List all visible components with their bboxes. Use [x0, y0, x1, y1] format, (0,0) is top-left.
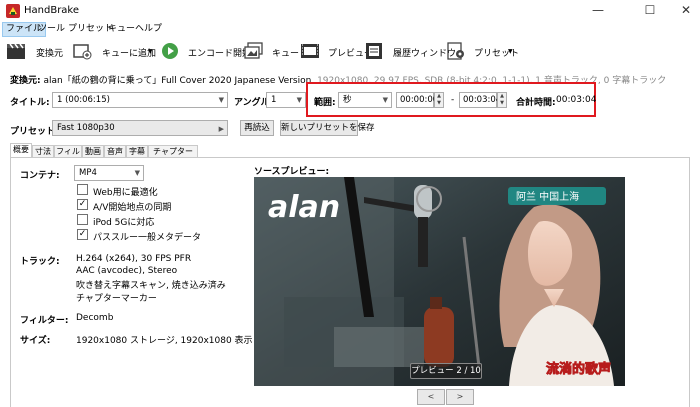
preset-select[interactable]: Fast 1080p30 ▶ — [52, 120, 228, 136]
range-start-input[interactable]: 00:00:00 — [396, 92, 438, 108]
handbrake-logo-icon — [6, 4, 20, 18]
title-bar: HandBrake — ☐ ✕ — [0, 0, 700, 22]
tracks-label: トラック: — [20, 257, 60, 267]
add-queue-dropdown-icon[interactable]: ▼ — [148, 48, 153, 55]
presets-dropdown-icon[interactable]: ▼ — [508, 48, 513, 55]
filters-value: Decomb — [76, 313, 114, 323]
open-source-button[interactable]: 変換元 — [36, 46, 63, 59]
passthru-metadata-checkbox[interactable]: ✓ — [77, 229, 88, 240]
av-sync-checkbox[interactable]: ✓ — [77, 199, 88, 210]
preview-prev-button[interactable]: < — [417, 389, 445, 405]
source-preview-label: ソースプレビュー: — [254, 167, 330, 177]
range-start-stepper[interactable]: ▲ ▼ — [434, 92, 444, 108]
alan-logo-text: alan — [268, 190, 340, 225]
start-encode-button[interactable]: エンコード開始 — [188, 46, 251, 59]
close-button[interactable]: ✕ — [672, 2, 700, 18]
chevron-down-icon: ▼ — [134, 169, 140, 177]
duration-value: 00:03:04 — [556, 95, 597, 105]
title-label: タイトル: — [10, 98, 50, 108]
toolbar: 変換元 キューに追加 ▼ エンコード開始 キュー プレビュー 履歴ウィンドウ プ… — [0, 38, 700, 64]
title-select[interactable]: 1 (00:06:15) ▼ — [52, 92, 228, 108]
ipod-label: iPod 5Gに対応 — [93, 218, 155, 228]
window-title: HandBrake — [24, 5, 80, 16]
range-end-input[interactable]: 00:03:04 — [459, 92, 501, 108]
source-label: 変換元: — [10, 76, 41, 86]
web-optimized-label: Web用に最適化 — [93, 188, 158, 198]
presets-gear-icon[interactable] — [446, 42, 466, 60]
menu-tools[interactable]: ツール — [35, 22, 68, 37]
range-label: 範囲: — [314, 98, 336, 108]
source-preview-image[interactable]: 阿兰 中国上海 alan 流淌的歌声 プレビュー 2 / 10 — [254, 177, 625, 386]
queue-button[interactable]: キュー — [272, 46, 299, 59]
range-end-stepper[interactable]: ▲ ▼ — [497, 92, 507, 108]
filters-label: フィルター: — [20, 316, 69, 326]
track-line: 吹き替え字幕スキャン, 焼き込み済み — [76, 281, 226, 291]
preview-next-button[interactable]: > — [446, 389, 474, 405]
range-mode-select[interactable]: 秒 ▼ — [338, 92, 392, 108]
track-line: チャプターマーカー — [76, 294, 157, 304]
film-strip-icon[interactable] — [300, 42, 320, 60]
station-overlay-text: 阿兰 中国上海 — [516, 190, 579, 203]
ipod-checkbox[interactable] — [77, 214, 88, 225]
duration-label: 合計時間: — [516, 98, 556, 108]
size-value: 1920x1080 ストレージ, 1920x1080 表示 — [76, 336, 253, 346]
container-select[interactable]: MP4 ▼ — [74, 165, 144, 181]
add-queue-icon[interactable] — [72, 42, 92, 60]
passthru-metadata-label: パススルー一般メタデータ — [93, 233, 202, 243]
chevron-down-icon: ▼ — [382, 96, 388, 104]
preset-value: Fast 1080p30 — [57, 123, 115, 133]
play-icon[interactable] — [160, 42, 180, 60]
container-label: コンテナ: — [20, 171, 60, 181]
program-logo-text: 流淌的歌声 — [546, 361, 611, 377]
chevron-down-icon: ▼ — [218, 96, 224, 104]
track-line: AAC (avcodec), Stereo — [76, 266, 178, 276]
angle-value: 1 — [271, 95, 277, 105]
queue-icon[interactable] — [244, 42, 264, 60]
angle-select[interactable]: 1 ▼ — [266, 92, 306, 108]
save-new-preset-button[interactable]: 新しいプリセットを保存 — [280, 120, 375, 136]
clapperboard-icon[interactable] — [6, 42, 26, 60]
range-mode-value: 秒 — [343, 95, 352, 105]
tab-summary[interactable]: 概要 — [10, 143, 32, 158]
chevron-down-icon: ▼ — [296, 96, 302, 104]
preview-counter-badge: プレビュー 2 / 10 — [410, 363, 482, 379]
container-value: MP4 — [79, 168, 97, 178]
reload-preset-button[interactable]: 再読込 — [240, 120, 274, 136]
chevron-right-icon: ▶ — [218, 125, 224, 133]
web-optimized-checkbox[interactable] — [77, 184, 88, 195]
range-dash: - — [451, 95, 455, 105]
menu-help[interactable]: ヘルプ — [132, 22, 165, 37]
menu-bar: ファイル ツール プリセット キュー ヘルプ — [0, 22, 700, 37]
minimize-button[interactable]: — — [584, 2, 612, 18]
title-value: 1 (00:06:15) — [57, 95, 110, 105]
size-label: サイズ: — [20, 336, 51, 346]
maximize-button[interactable]: ☐ — [636, 2, 664, 18]
track-line: H.264 (x264), 30 FPS PFR — [76, 254, 192, 264]
video-frame-image: 阿兰 中国上海 alan 流淌的歌声 — [254, 177, 625, 386]
av-sync-label: A/V開始地点の同期 — [93, 203, 172, 213]
source-name: alan「紙の鶴の背に乗って」Full Cover 2020 Japanese … — [43, 76, 312, 86]
activity-log-icon[interactable] — [364, 42, 384, 60]
